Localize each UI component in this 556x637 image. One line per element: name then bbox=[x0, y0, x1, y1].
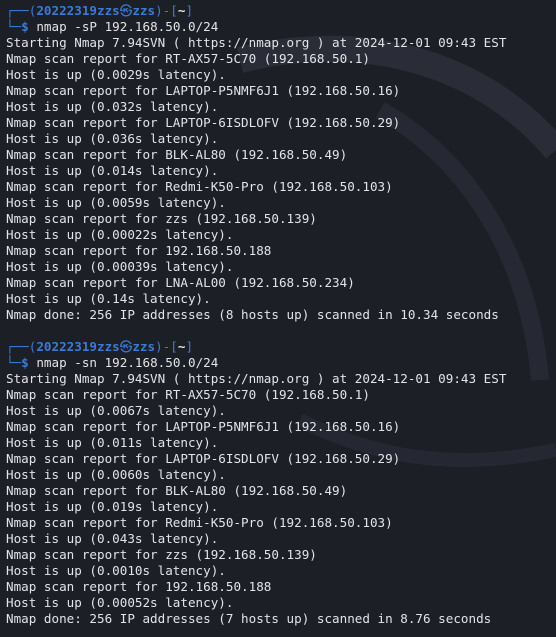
kali-at-icon: ㉿ bbox=[119, 339, 133, 354]
output-line: Nmap done: 256 IP addresses (8 hosts up)… bbox=[6, 307, 499, 322]
kali-at-icon: ㉿ bbox=[119, 3, 133, 18]
output-line: Starting Nmap 7.94SVN ( https://nmap.org… bbox=[6, 35, 507, 50]
output-line: Nmap scan report for LAPTOP-P5NMF6J1 (19… bbox=[6, 419, 401, 434]
output-line: Starting Nmap 7.94SVN ( https://nmap.org… bbox=[6, 371, 507, 386]
output-line: Nmap scan report for zzs (192.168.50.139… bbox=[6, 211, 317, 226]
prompt-frame: ] bbox=[185, 339, 194, 354]
prompt-host: zzs bbox=[132, 339, 156, 354]
output-line: Nmap scan report for BLK-AL80 (192.168.5… bbox=[6, 147, 348, 162]
prompt-top-line: ┌──(20222319zzs㉿zzs)-[~] bbox=[6, 339, 556, 355]
output-line: Nmap done: 256 IP addresses (7 hosts up)… bbox=[6, 611, 492, 626]
output-line: Host is up (0.036s latency). bbox=[6, 131, 219, 146]
output-line: Nmap scan report for 192.168.50.188 bbox=[6, 243, 272, 258]
prompt-frame: )-[ bbox=[155, 339, 178, 354]
prompt-frame: └─ bbox=[6, 19, 22, 34]
prompt-frame: ┌──( bbox=[6, 3, 37, 18]
output-line: Host is up (0.014s latency). bbox=[6, 163, 219, 178]
prompt-frame: ┌──( bbox=[6, 339, 37, 354]
output-line: Nmap scan report for zzs (192.168.50.139… bbox=[6, 547, 317, 562]
output-line: Nmap scan report for LAPTOP-P5NMF6J1 (19… bbox=[6, 83, 401, 98]
prompt-dollar: $ bbox=[21, 19, 37, 34]
output-line: Host is up (0.043s latency). bbox=[6, 531, 219, 546]
output-line: Nmap scan report for LAPTOP-6ISDLOFV (19… bbox=[6, 115, 401, 130]
output-line: Nmap scan report for LAPTOP-6ISDLOFV (19… bbox=[6, 451, 401, 466]
prompt-frame: └─ bbox=[6, 355, 22, 370]
output-line: Host is up (0.019s latency). bbox=[6, 499, 219, 514]
prompt-user: 20222319zzs bbox=[36, 3, 120, 18]
prompt-frame: )-[ bbox=[155, 3, 178, 18]
prompt-user: 20222319zzs bbox=[36, 339, 120, 354]
output-line: Host is up (0.0060s latency). bbox=[6, 467, 226, 482]
output-line: Host is up (0.0010s latency). bbox=[6, 563, 226, 578]
command-text: nmap -sP 192.168.50.0/24 bbox=[36, 19, 219, 34]
output-line: Host is up (0.0029s latency). bbox=[6, 67, 226, 82]
output-line: Host is up (0.00052s latency). bbox=[6, 595, 234, 610]
output-line: Host is up (0.00022s latency). bbox=[6, 227, 234, 242]
session-1: ┌──(20222319zzs㉿zzs)-[~] └─$ nmap -sP 19… bbox=[6, 3, 556, 323]
prompt-command-line: └─$ nmap -sP 192.168.50.0/24 bbox=[6, 19, 556, 35]
output-line: Host is up (0.011s latency). bbox=[6, 435, 219, 450]
output-line: Host is up (0.0067s latency). bbox=[6, 403, 226, 418]
output-line: Nmap scan report for LNA-AL00 (192.168.5… bbox=[6, 275, 355, 290]
prompt-frame: ] bbox=[185, 3, 194, 18]
command-text: nmap -sn 192.168.50.0/24 bbox=[36, 355, 219, 370]
output-line: Nmap scan report for RT-AX57-5C70 (192.1… bbox=[6, 51, 370, 66]
output-line: Nmap scan report for 192.168.50.188 bbox=[6, 579, 272, 594]
output-line: Host is up (0.00039s latency). bbox=[6, 259, 234, 274]
prompt-top-line: ┌──(20222319zzs㉿zzs)-[~] bbox=[6, 3, 556, 19]
output-line: Host is up (0.032s latency). bbox=[6, 99, 219, 114]
output-line: Host is up (0.0059s latency). bbox=[6, 195, 226, 210]
prompt-host: zzs bbox=[132, 3, 156, 18]
output-line: Nmap scan report for Redmi-K50-Pro (192.… bbox=[6, 515, 393, 530]
output-line: Nmap scan report for BLK-AL80 (192.168.5… bbox=[6, 483, 348, 498]
session-2: ┌──(20222319zzs㉿zzs)-[~] └─$ nmap -sn 19… bbox=[6, 339, 556, 627]
output-line: Nmap scan report for RT-AX57-5C70 (192.1… bbox=[6, 387, 370, 402]
terminal-window[interactable]: ┌──(20222319zzs㉿zzs)-[~] └─$ nmap -sP 19… bbox=[0, 0, 556, 627]
prompt-command-line: └─$ nmap -sn 192.168.50.0/24 bbox=[6, 355, 556, 371]
prompt-dollar: $ bbox=[21, 355, 37, 370]
output-line: Host is up (0.14s latency). bbox=[6, 291, 211, 306]
output-line: Nmap scan report for Redmi-K50-Pro (192.… bbox=[6, 179, 393, 194]
